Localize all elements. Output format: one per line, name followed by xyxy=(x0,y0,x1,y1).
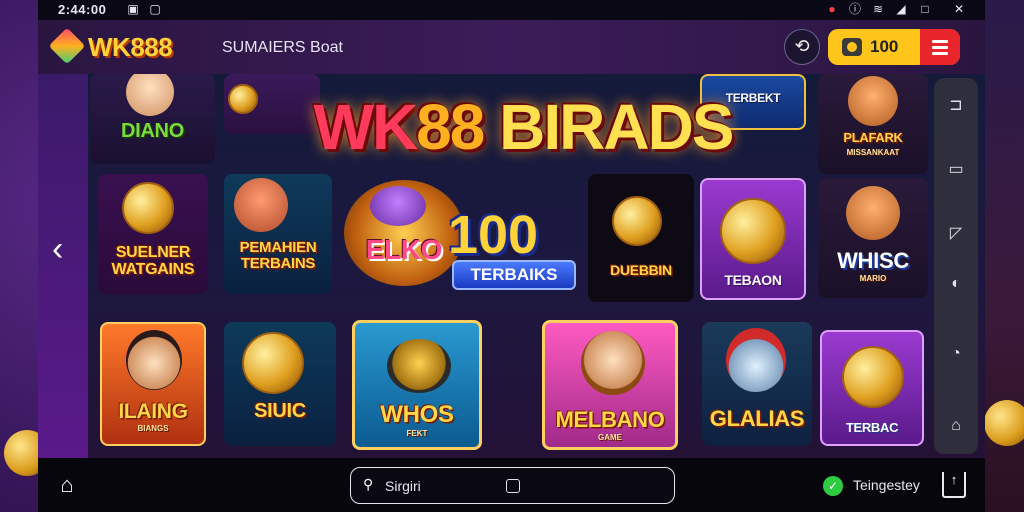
decorative-coin xyxy=(984,400,1024,446)
game-tile[interactable]: PLAFARK MISSANKAAT xyxy=(818,74,928,174)
coin-icon xyxy=(242,332,304,394)
game-tile[interactable]: TEBAON xyxy=(700,178,806,300)
coin-icon xyxy=(612,196,662,246)
character-icon xyxy=(234,178,288,232)
game-title: MELBANO xyxy=(555,407,665,432)
game-tile[interactable]: SUELNER WATGAINS xyxy=(98,174,208,294)
app-notification-icon: ▣ xyxy=(127,2,139,16)
game-title: DUEBBIN xyxy=(610,262,672,278)
game-subtitle: BIANGS xyxy=(137,424,169,433)
support-button[interactable]: ⟲ xyxy=(784,29,820,65)
app-logo[interactable]: WK888 xyxy=(88,32,173,63)
bookmark-icon[interactable]: ⊐ xyxy=(946,96,966,116)
folder-icon[interactable]: ◸ xyxy=(946,224,966,244)
game-title: TEBAON xyxy=(724,272,782,288)
hero-title-part: BIRADS xyxy=(483,91,734,163)
chat-icon[interactable]: ◔ xyxy=(946,344,966,364)
coin-icon xyxy=(842,346,904,408)
game-title: WHISC xyxy=(837,248,909,273)
game-tile[interactable]: DIANO xyxy=(90,74,215,164)
game-lobby: ‹ DIANO TERBEKT PLAFARK MISSANKAAT WK88 … xyxy=(38,74,985,458)
game-tile[interactable]: SIUIC xyxy=(224,322,336,446)
game-subtitle: FEKT xyxy=(406,429,428,438)
share-icon[interactable]: ↑ xyxy=(942,472,966,498)
game-tile[interactable]: DUEBBIN xyxy=(588,174,694,302)
hero-title-part: 88 xyxy=(416,91,485,163)
right-toolbar: ⊐ ▭ ◸ ◐ ◔ ⌂ xyxy=(934,78,978,454)
character-icon xyxy=(126,74,174,116)
app-header: WK888 SUMAIERS Boat ⟲ 100 xyxy=(38,20,985,74)
game-tile[interactable]: WHISC MARIO xyxy=(818,178,928,298)
hero-title: WK88 BIRADS xyxy=(263,90,783,164)
character-icon xyxy=(726,328,786,392)
game-tile[interactable]: MELBANO GAME xyxy=(542,320,678,450)
game-title: PEMAHIEN TERBAINS xyxy=(239,239,317,272)
app-window: 2:44:00 ▣ ▢ ● ⓘ ≋ ◢ □ ✕ WK888 SUMAIERS B… xyxy=(38,0,985,512)
character-icon xyxy=(581,331,645,395)
hero-title-part: WK xyxy=(313,91,419,163)
online-icon: ✓ xyxy=(823,476,843,496)
game-subtitle: GAME xyxy=(598,433,622,442)
character-icon xyxy=(126,330,182,390)
menu-icon-line xyxy=(932,40,948,43)
game-subtitle: MISSANKAAT xyxy=(846,148,900,157)
game-tile[interactable]: PEMAHIEN TERBAINS xyxy=(224,174,332,294)
game-title: GLALIAS xyxy=(709,406,805,431)
game-title: SIUIC xyxy=(254,400,306,422)
chevron-left-icon[interactable]: ‹ xyxy=(52,229,76,269)
menu-icon-line xyxy=(932,46,948,49)
menu-button[interactable] xyxy=(920,29,960,65)
home-icon[interactable]: ⌂ xyxy=(54,472,80,498)
signal-icon: ◢ xyxy=(896,2,906,16)
cloud-icon[interactable]: ⌂ xyxy=(946,416,966,436)
character-icon xyxy=(846,186,900,240)
coin-icon xyxy=(122,182,174,234)
character-icon xyxy=(848,76,898,126)
copy-icon[interactable]: ▭ xyxy=(946,160,966,180)
tabs-icon[interactable] xyxy=(506,479,520,493)
search-input[interactable]: ⚲ Sirgiri xyxy=(350,467,675,504)
window-icon[interactable]: □ xyxy=(918,2,932,16)
wallet-icon xyxy=(842,38,862,56)
balance-pill[interactable]: 100 xyxy=(828,29,960,65)
balance-value: 100 xyxy=(870,37,899,56)
search-text: Sirgiri xyxy=(385,478,421,494)
coin-icon xyxy=(720,198,786,264)
character-icon xyxy=(387,339,451,393)
promo-label[interactable]: TERBAIKS xyxy=(452,260,576,290)
status-bar: 2:44:00 ▣ ▢ ● ⓘ ≋ ◢ □ ✕ xyxy=(38,0,985,20)
coin-icon xyxy=(228,84,258,114)
game-tile[interactable]: GLALIAS xyxy=(702,322,812,446)
game-tile[interactable]: ILAING BIANGS xyxy=(100,322,206,446)
game-subtitle: MARIO xyxy=(859,274,887,283)
record-icon: ● xyxy=(828,2,836,16)
menu-icon-line xyxy=(932,52,948,55)
game-tile[interactable]: WHOS FEKT xyxy=(352,320,482,450)
game-tile[interactable]: TERBAC xyxy=(820,330,924,446)
game-title: ILAING xyxy=(118,400,188,423)
bottom-bar: ⌂ ⚲ Sirgiri ✓ Teingestey ↑ xyxy=(38,458,985,512)
online-status: Teingestey xyxy=(853,477,920,493)
status-time: 2:44:00 xyxy=(58,2,107,17)
promo-amount: 100 xyxy=(447,205,539,265)
game-title: DIANO xyxy=(121,120,184,142)
wifi-icon: ≋ xyxy=(872,2,884,16)
info-icon: ⓘ xyxy=(848,2,861,16)
game-title: WHOS xyxy=(380,401,454,428)
game-title: PLAFARK xyxy=(843,130,903,145)
support-icon: ⟲ xyxy=(794,36,810,56)
app-subtitle: SUMAIERS Boat xyxy=(222,39,343,56)
logo-gem-icon xyxy=(48,27,86,65)
gallery-icon: ▢ xyxy=(149,2,161,16)
game-title: TERBAC xyxy=(845,420,899,435)
game-title: SUELNER WATGAINS xyxy=(111,244,195,278)
close-icon[interactable]: ✕ xyxy=(952,2,966,16)
slider-icon[interactable]: ◐ xyxy=(946,274,966,294)
search-icon: ⚲ xyxy=(363,476,374,492)
